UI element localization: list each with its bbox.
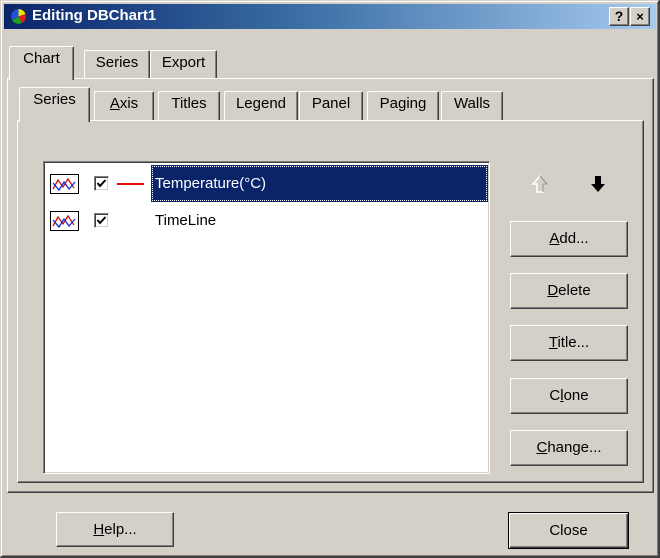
delete-button[interactable]: Delete — [510, 273, 628, 309]
tab-panel-label: Panel — [311, 95, 351, 112]
dialog-window: Editing DBChart1 ? × Chart Series Export… — [0, 0, 660, 558]
tab-panel[interactable]: Panel — [299, 91, 363, 120]
series-visible-checkbox[interactable] — [94, 176, 109, 191]
help-icon: ? — [614, 8, 624, 24]
series-name: TimeLine — [155, 212, 217, 229]
checkmark-icon — [96, 216, 107, 225]
tab-series[interactable]: Series — [84, 50, 150, 78]
tab-titles[interactable]: Titles — [158, 91, 220, 120]
arrow-down-icon[interactable] — [587, 173, 609, 195]
help-button[interactable]: Help... — [56, 512, 174, 547]
arrow-up-icon[interactable] — [529, 173, 551, 195]
tab-chart-series[interactable]: Series — [19, 87, 90, 122]
tab-chart-label: Chart — [23, 50, 60, 67]
tab-export[interactable]: Export — [150, 50, 217, 78]
tab-chart-series-label: Series — [33, 91, 76, 108]
title-bar[interactable]: Editing DBChart1 ? × — [4, 4, 656, 29]
add-button[interactable]: Add... — [510, 221, 628, 257]
tab-legend[interactable]: Legend — [224, 91, 298, 120]
line-chart-gallery-icon — [50, 211, 79, 231]
title-button[interactable]: Title... — [510, 325, 628, 361]
tab-paging[interactable]: Paging — [367, 91, 439, 120]
checkmark-icon — [96, 179, 107, 188]
help-caption-button[interactable]: ? — [609, 7, 629, 26]
tab-export-label: Export — [161, 54, 206, 71]
window-title: Editing DBChart1 — [32, 7, 157, 24]
tab-walls[interactable]: Walls — [441, 91, 503, 120]
series-color-swatch — [117, 183, 144, 185]
series-row-temperature[interactable]: Temperature(°C) — [47, 165, 488, 202]
close-icon: × — [636, 9, 644, 24]
clone-button[interactable]: Clone — [510, 378, 628, 414]
close-button[interactable]: Close — [508, 512, 629, 549]
series-name: Temperature(°C) — [151, 165, 488, 202]
tab-titles-label: Titles — [171, 95, 207, 112]
series-listbox[interactable]: Temperature(°C) TimeLine — [43, 161, 490, 474]
series-row-timeline[interactable]: TimeLine — [47, 202, 487, 239]
chart-app-icon — [11, 9, 26, 24]
tab-series-label: Series — [95, 54, 139, 71]
tab-walls-label: Walls — [453, 95, 491, 112]
series-visible-checkbox[interactable] — [94, 213, 109, 228]
line-chart-gallery-icon — [50, 174, 79, 194]
close-caption-button[interactable]: × — [630, 7, 650, 26]
tab-paging-label: Paging — [379, 95, 427, 112]
tab-legend-label: Legend — [235, 95, 287, 112]
tab-axis-label: Axis — [109, 95, 139, 112]
tab-axis[interactable]: Axis — [94, 91, 154, 120]
change-button[interactable]: Change... — [510, 430, 628, 466]
tab-chart[interactable]: Chart — [9, 46, 74, 80]
